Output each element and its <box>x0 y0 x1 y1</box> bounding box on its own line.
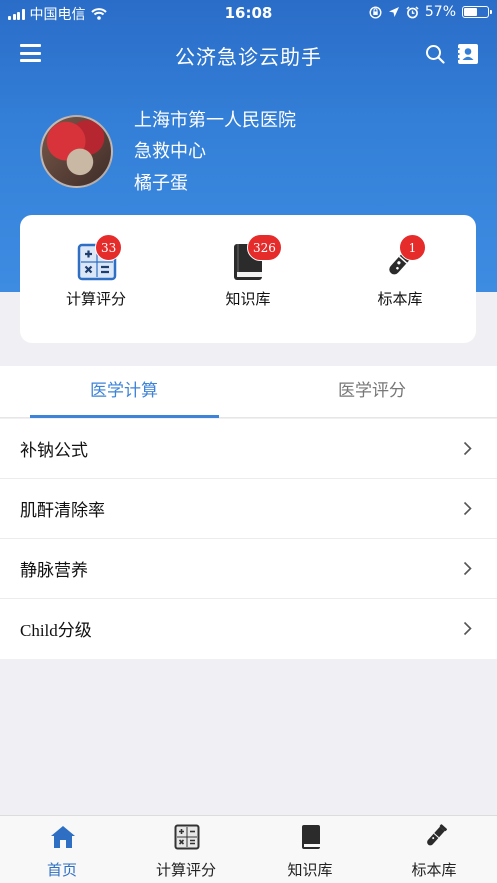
quick-item-label: 标本库 <box>377 290 423 308</box>
battery-percent: 57% <box>424 4 456 20</box>
tabbar-item-specimen[interactable]: 标本库 <box>372 816 496 883</box>
list-item[interactable]: 静脉营养 <box>0 539 497 599</box>
tabbar-label: 知识库 <box>287 861 333 879</box>
specimen-badge: 1 <box>399 234 426 261</box>
quick-item-knowledge[interactable]: 326 知识库 <box>172 215 324 343</box>
tabbar-item-home[interactable]: 首页 <box>0 816 124 883</box>
battery-icon <box>462 6 492 18</box>
formula-list: 补钠公式 肌酐清除率 静脉营养 Child分级 <box>0 419 497 659</box>
tab-active-indicator <box>30 415 219 418</box>
profile-section[interactable]: 上海市第一人民医院 急救中心 橘子蛋 <box>0 100 497 200</box>
calculator-icon <box>174 824 200 850</box>
avatar[interactable] <box>40 115 113 188</box>
department-name: 急救中心 <box>134 141 206 162</box>
list-item-label: Child分级 <box>20 621 92 640</box>
test-tube-icon <box>427 824 447 846</box>
knowledge-badge: 326 <box>247 234 282 261</box>
chevron-right-icon <box>463 501 472 516</box>
chevron-right-icon <box>463 621 472 636</box>
bottom-tab-bar: 首页 计算评分 知识库 标本库 <box>0 815 497 883</box>
home-icon <box>51 826 75 848</box>
quick-access-card: 33 计算评分 326 知识库 1 标本库 <box>20 215 476 343</box>
alarm-icon <box>406 5 419 18</box>
calculator-badge: 33 <box>95 234 123 261</box>
hospital-name: 上海市第一人民医院 <box>134 110 296 131</box>
orientation-lock-icon <box>369 5 382 19</box>
chevron-right-icon <box>463 561 472 576</box>
tab-strip: 医学计算 医学评分 <box>0 366 497 418</box>
tabbar-label: 标本库 <box>411 861 457 879</box>
tab-medical-scoring[interactable]: 医学评分 <box>248 366 496 418</box>
list-item[interactable]: Child分级 <box>0 599 497 659</box>
status-right: 57% <box>369 4 492 20</box>
book-icon <box>302 825 320 849</box>
tabbar-item-knowledge[interactable]: 知识库 <box>248 816 372 883</box>
chevron-right-icon <box>463 441 472 456</box>
quick-item-calculator[interactable]: 33 计算评分 <box>20 215 172 343</box>
app-title: 公济急诊云助手 <box>175 45 322 69</box>
quick-item-specimen[interactable]: 1 标本库 <box>324 215 476 343</box>
list-item[interactable]: 肌酐清除率 <box>0 479 497 539</box>
nav-bar: 公济急诊云助手 <box>0 34 497 74</box>
quick-item-label: 知识库 <box>225 290 271 308</box>
list-item-label: 肌酐清除率 <box>20 501 105 521</box>
battery-fill <box>464 8 478 16</box>
list-item-label: 补钠公式 <box>20 441 88 461</box>
list-item-label: 静脉营养 <box>20 561 88 581</box>
tab-medical-calculation[interactable]: 医学计算 <box>0 366 248 418</box>
quick-item-label: 计算评分 <box>65 290 126 308</box>
user-name: 橘子蛋 <box>134 173 188 194</box>
list-item[interactable]: 补钠公式 <box>0 419 497 479</box>
tabbar-label: 计算评分 <box>155 861 216 879</box>
location-arrow-icon <box>388 7 399 17</box>
contact-card-icon[interactable] <box>457 43 479 65</box>
tabbar-label: 首页 <box>46 861 77 879</box>
tabbar-item-calculator[interactable]: 计算评分 <box>124 816 248 883</box>
status-bar: 中国电信 16:08 57% <box>0 0 497 26</box>
search-icon[interactable] <box>425 44 445 64</box>
